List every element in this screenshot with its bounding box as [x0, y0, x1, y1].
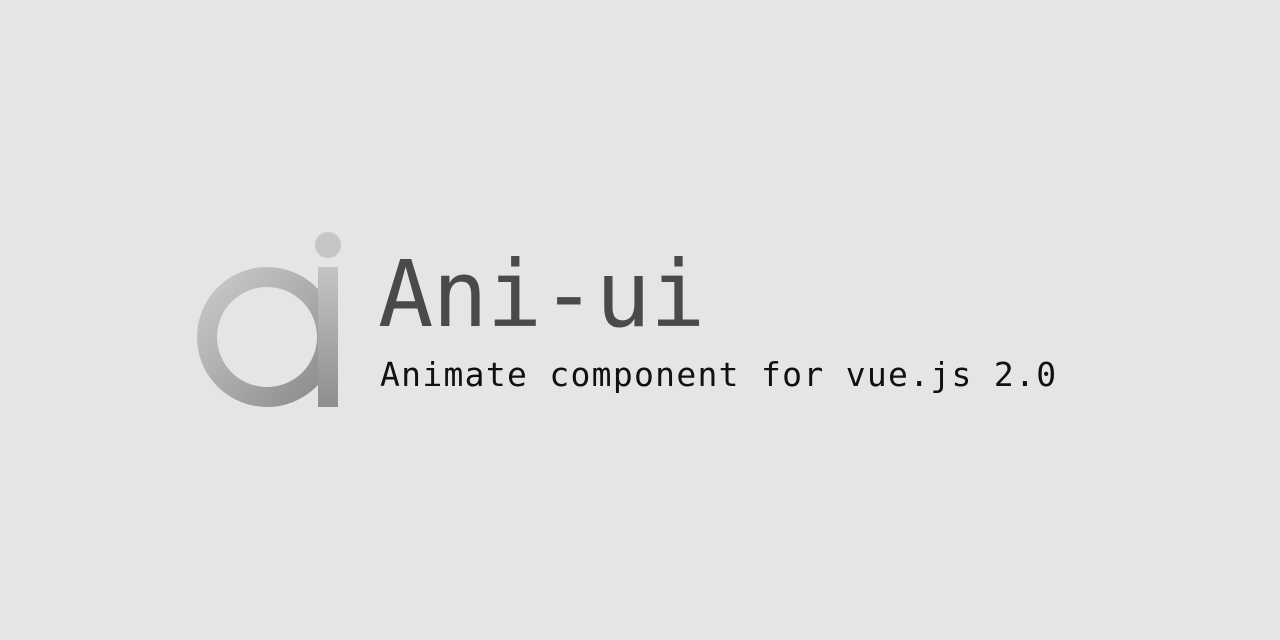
- ai-logo-icon: [196, 230, 344, 412]
- logo-ring: [197, 267, 337, 407]
- banner: Ani-ui Animate component for vue.js 2.0: [0, 0, 1280, 640]
- logo-stem: [318, 267, 338, 407]
- brand-title: Ani-ui: [378, 241, 705, 348]
- logo-dot: [315, 232, 341, 258]
- brand-tagline: Animate component for vue.js 2.0: [380, 355, 1058, 394]
